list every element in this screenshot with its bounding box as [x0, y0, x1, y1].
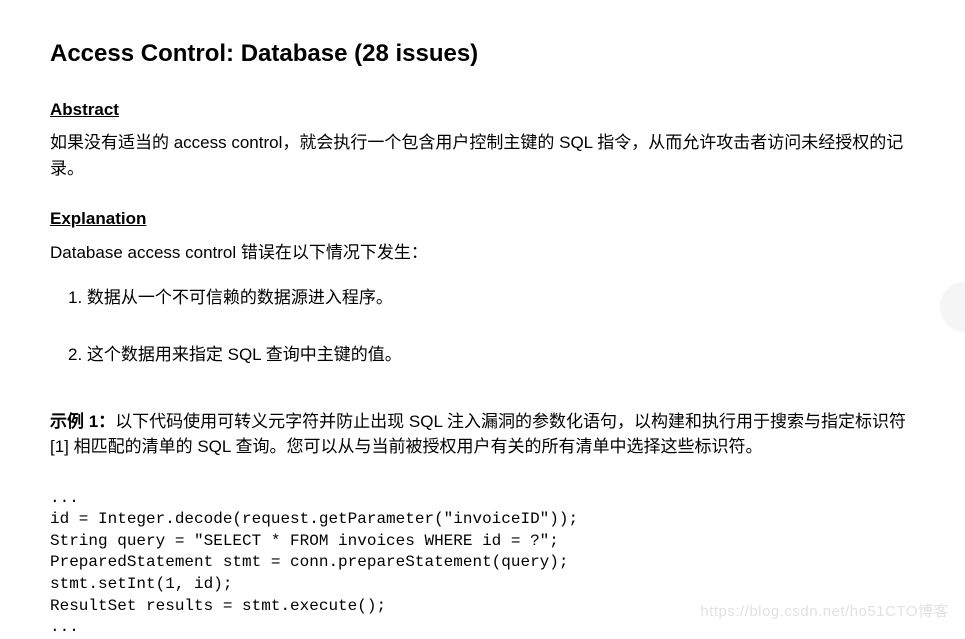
- code-block: ... id = Integer.decode(request.getParam…: [50, 488, 915, 639]
- example-paragraph: 示例 1：以下代码使用可转义元字符并防止出现 SQL 注入漏洞的参数化语句，以构…: [50, 409, 915, 460]
- example-label: 示例 1：: [50, 412, 115, 431]
- abstract-heading: Abstract: [50, 100, 915, 120]
- explanation-item-1: 1. 数据从一个不可信赖的数据源进入程序。: [50, 284, 915, 311]
- abstract-body: 如果没有适当的 access control，就会执行一个包含用户控制主键的 S…: [50, 130, 915, 181]
- page-title: Access Control: Database (28 issues): [50, 40, 915, 68]
- side-bubble: [941, 282, 965, 330]
- explanation-heading: Explanation: [50, 209, 915, 229]
- explanation-item-2: 2. 这个数据用来指定 SQL 查询中主键的值。: [50, 341, 915, 368]
- explanation-intro: Database access control 错误在以下情况下发生：: [50, 239, 915, 266]
- example-text: 以下代码使用可转义元字符并防止出现 SQL 注入漏洞的参数化语句，以构建和执行用…: [50, 412, 906, 457]
